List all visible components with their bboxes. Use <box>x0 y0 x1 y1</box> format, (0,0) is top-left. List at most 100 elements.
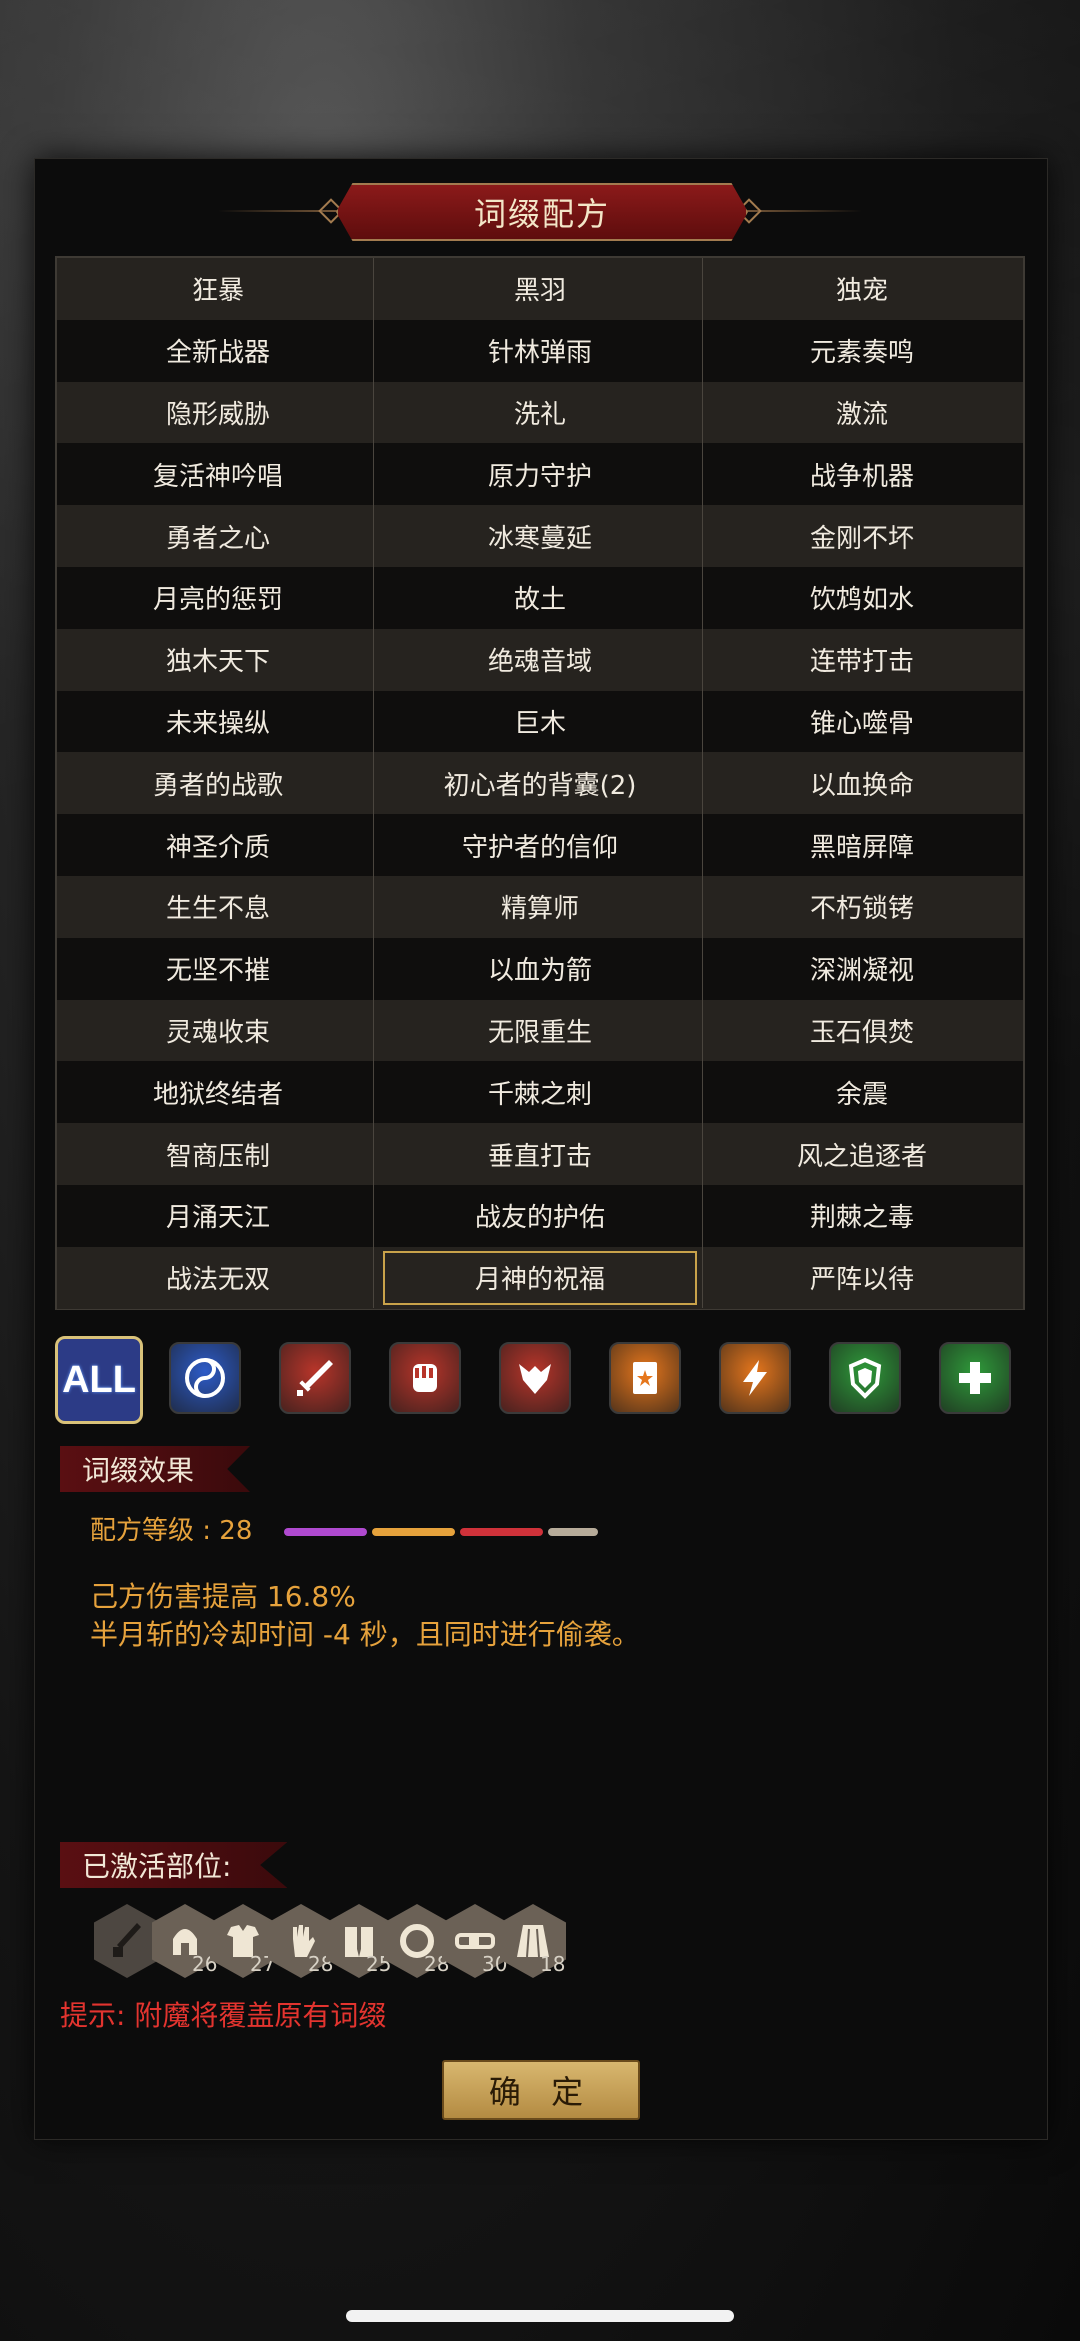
table-row: 神圣介质 守护者的信仰 黑暗屏障 <box>57 814 1023 876</box>
yin-yang-icon <box>181 1354 229 1402</box>
effect-line: 半月斩的冷却时间 -4 秒，且同时进行偷袭。 <box>90 1618 640 1651</box>
shield-category-button[interactable] <box>829 1342 901 1414</box>
affix-cell[interactable]: 饮鸩如水 <box>701 567 1023 629</box>
affix-cell[interactable]: 全新战器 <box>57 320 379 382</box>
wolf-icon <box>511 1354 559 1402</box>
slot-level: 18 <box>540 1952 566 1976</box>
affix-cell[interactable]: 生生不息 <box>57 876 379 938</box>
boots-slot: 25 <box>326 1904 392 1978</box>
helmet-slot: 26 <box>152 1904 218 1978</box>
recipe-grade-label: 配方等级 : 28 <box>90 1516 253 1546</box>
affix-cell[interactable]: 不朽锁铐 <box>701 876 1023 938</box>
belt-slot: 30 <box>442 1904 508 1978</box>
affix-cell[interactable]: 风之追逐者 <box>701 1123 1023 1185</box>
affix-cell[interactable]: 垂直打击 <box>379 1123 701 1185</box>
affix-cell[interactable]: 隐形威胁 <box>57 382 379 444</box>
affix-cell[interactable]: 无坚不摧 <box>57 938 379 1000</box>
affix-cell[interactable]: 以血为箭 <box>379 938 701 1000</box>
affix-cell[interactable]: 元素奏鸣 <box>701 320 1023 382</box>
affix-cell[interactable]: 以血换命 <box>701 752 1023 814</box>
affix-cell[interactable]: 无限重生 <box>379 1000 701 1062</box>
affix-cell[interactable]: 月亮的惩罚 <box>57 567 379 629</box>
activated-slots: 26 27 28 25 28 30 18 <box>94 1904 794 1984</box>
affix-cell[interactable]: 狂暴 <box>57 258 379 320</box>
table-row: 月涌天江 战友的护佑 荆棘之毒 <box>57 1185 1023 1247</box>
category-all-button[interactable]: ALL <box>55 1336 143 1424</box>
affix-cell[interactable]: 连带打击 <box>701 629 1023 691</box>
table-row: 智商压制 垂直打击 风之追逐者 <box>57 1123 1023 1185</box>
affix-cell[interactable]: 黑暗屏障 <box>701 814 1023 876</box>
yin-yang-category-button[interactable] <box>169 1342 241 1414</box>
affix-cell[interactable]: 锥心噬骨 <box>701 691 1023 753</box>
table-row: 狂暴 黑羽 独宠 <box>57 258 1023 320</box>
table-row: 月亮的惩罚 故土 饮鸩如水 <box>57 567 1023 629</box>
effect-line: 己方伤害提高 16.8% <box>90 1580 356 1613</box>
affix-cell[interactable]: 战争机器 <box>701 443 1023 505</box>
affix-cell[interactable]: 荆棘之毒 <box>701 1185 1023 1247</box>
table-row: 战法无双 月神的祝福 严阵以待 <box>57 1246 1023 1309</box>
plus-category-button[interactable] <box>939 1342 1011 1414</box>
affix-cell[interactable]: 初心者的背囊(2) <box>379 752 701 814</box>
plus-icon <box>951 1354 999 1402</box>
skirt-slot: 18 <box>500 1904 566 1978</box>
affix-cell[interactable]: 深渊凝视 <box>701 938 1023 1000</box>
fist-icon <box>401 1354 449 1402</box>
grade-segment <box>548 1528 598 1536</box>
affix-cell[interactable]: 月涌天江 <box>57 1185 379 1247</box>
affix-cell[interactable]: 针林弹雨 <box>379 320 701 382</box>
sword-icon <box>291 1354 339 1402</box>
affix-cell[interactable]: 金刚不坏 <box>701 505 1023 567</box>
affix-cell[interactable]: 神圣介质 <box>57 814 379 876</box>
activated-section-heading: 已激活部位: <box>60 1842 288 1888</box>
affix-cell[interactable]: 复活神吟唱 <box>57 443 379 505</box>
affix-cell[interactable]: 勇者之心 <box>57 505 379 567</box>
column-divider <box>373 258 374 1308</box>
affix-cell[interactable]: 洗礼 <box>379 382 701 444</box>
affix-cell[interactable]: 原力守护 <box>379 443 701 505</box>
glove-slot: 28 <box>268 1904 334 1978</box>
affix-cell[interactable]: 独木天下 <box>57 629 379 691</box>
grade-segment <box>460 1528 543 1536</box>
table-row: 地狱终结者 千棘之刺 余震 <box>57 1061 1023 1124</box>
lightning-icon <box>731 1354 779 1402</box>
affix-cell[interactable]: 巨木 <box>379 691 701 753</box>
table-row: 全新战器 针林弹雨 元素奏鸣 <box>57 319 1023 382</box>
table-row: 生生不息 精算师 不朽锁铐 <box>57 876 1023 938</box>
hint-text: 提示: 附魔将覆盖原有词缀 <box>60 1999 387 2032</box>
affix-cell[interactable]: 地狱终结者 <box>57 1061 379 1123</box>
affix-cell[interactable]: 月神的祝福 <box>379 1247 701 1309</box>
affix-cell[interactable]: 余震 <box>701 1061 1023 1123</box>
affix-cell[interactable]: 智商压制 <box>57 1123 379 1185</box>
affix-cell[interactable]: 勇者的战歌 <box>57 752 379 814</box>
affix-cell[interactable]: 绝魂音域 <box>379 629 701 691</box>
table-row: 灵魂收束 无限重生 玉石俱焚 <box>57 999 1023 1062</box>
affix-cell[interactable]: 故土 <box>379 567 701 629</box>
affix-cell[interactable]: 战友的护佑 <box>379 1185 701 1247</box>
affix-cell[interactable]: 灵魂收束 <box>57 1000 379 1062</box>
affix-cell[interactable]: 玉石俱焚 <box>701 1000 1023 1062</box>
affix-cell[interactable]: 冰寒蔓延 <box>379 505 701 567</box>
table-row: 复活神吟唱 原力守护 战争机器 <box>57 443 1023 506</box>
ring-slot: 28 <box>384 1904 450 1978</box>
affix-cell[interactable]: 激流 <box>701 382 1023 444</box>
affix-cell[interactable]: 未来操纵 <box>57 691 379 753</box>
book-category-button[interactable] <box>609 1342 681 1414</box>
wolf-category-button[interactable] <box>499 1342 571 1414</box>
confirm-button[interactable]: 确 定 <box>442 2060 640 2120</box>
affix-cell[interactable]: 守护者的信仰 <box>379 814 701 876</box>
lightning-category-button[interactable] <box>719 1342 791 1414</box>
table-row: 独木天下 绝魂音域 连带打击 <box>57 628 1023 691</box>
affix-cell[interactable]: 黑羽 <box>379 258 701 320</box>
affix-cell[interactable]: 严阵以待 <box>701 1247 1023 1309</box>
fist-category-button[interactable] <box>389 1342 461 1414</box>
effect-section-heading: 词缀效果 <box>60 1446 251 1492</box>
table-row: 勇者的战歌 初心者的背囊(2) 以血换命 <box>57 752 1023 815</box>
affix-cell[interactable]: 独宠 <box>701 258 1023 320</box>
table-row: 勇者之心 冰寒蔓延 金刚不坏 <box>57 505 1023 567</box>
affix-cell[interactable]: 千棘之刺 <box>379 1061 701 1123</box>
category-filter-bar: ALL <box>55 1336 1025 1424</box>
affix-cell[interactable]: 精算师 <box>379 876 701 938</box>
home-indicator[interactable] <box>346 2310 734 2322</box>
sword-category-button[interactable] <box>279 1342 351 1414</box>
affix-cell[interactable]: 战法无双 <box>57 1247 379 1309</box>
